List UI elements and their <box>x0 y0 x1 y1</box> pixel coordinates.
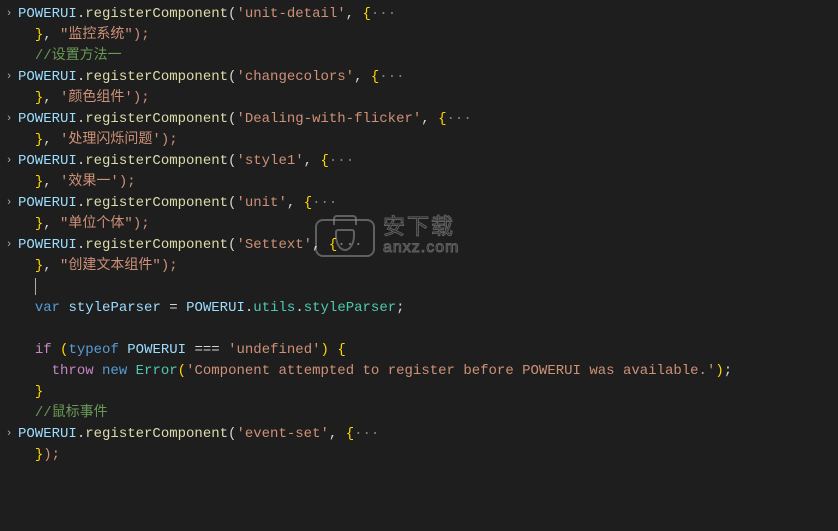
string-literal: '处理闪烁问题'); <box>60 132 178 148</box>
code-line: }, "监控系统"); <box>0 25 838 46</box>
keyword: if <box>35 342 52 358</box>
string-literal: 'unit' <box>236 195 286 211</box>
text-cursor <box>35 278 36 295</box>
string-literal: 'event-set' <box>236 426 328 442</box>
code-line: › POWERUI.registerComponent('changecolor… <box>0 67 838 88</box>
code-line: }); <box>0 445 838 466</box>
string-literal: 'unit-detail' <box>236 6 345 22</box>
folded-ellipsis[interactable]: ··· <box>312 195 337 211</box>
folded-ellipsis[interactable]: ··· <box>379 69 404 85</box>
string-literal: 'changecolors' <box>236 69 354 85</box>
string-literal: 'style1' <box>236 153 303 169</box>
type-name: Error <box>136 363 178 379</box>
string-literal: '效果一'); <box>60 174 136 190</box>
string-literal: ); <box>43 447 60 463</box>
code-line: }, '处理闪烁问题'); <box>0 130 838 151</box>
string-literal: "创建文本组件"); <box>60 258 178 274</box>
code-line: if (typeof POWERUI === 'undefined') { <box>0 340 838 361</box>
fold-chevron-icon[interactable]: › <box>6 111 13 128</box>
folded-ellipsis[interactable]: ··· <box>354 426 379 442</box>
code-line: › POWERUI.registerComponent('unit-detail… <box>0 4 838 25</box>
code-line: }, '效果一'); <box>0 172 838 193</box>
code-line <box>0 319 838 340</box>
fold-chevron-icon[interactable]: › <box>6 237 13 254</box>
keyword: new <box>102 363 127 379</box>
property: styleParser <box>304 300 396 316</box>
code-line: › POWERUI.registerComponent('style1', {·… <box>0 151 838 172</box>
code-line: › POWERUI.registerComponent('event-set',… <box>0 424 838 445</box>
string-literal: 'Dealing-with-flicker' <box>236 111 421 127</box>
comment: //设置方法一 <box>35 48 122 64</box>
property: utils <box>253 300 295 316</box>
folded-ellipsis[interactable]: ··· <box>329 153 354 169</box>
string-literal: '颜色组件'); <box>60 90 150 106</box>
code-line: }, "单位个体"); <box>0 214 838 235</box>
code-line: }, "创建文本组件"); <box>0 256 838 277</box>
keyword: throw <box>52 363 94 379</box>
code-line: › POWERUI.registerComponent('Settext', {… <box>0 235 838 256</box>
fold-chevron-icon[interactable]: › <box>6 426 13 443</box>
identifier: POWERUI <box>18 6 77 22</box>
code-line: var styleParser = POWERUI.utils.stylePar… <box>0 298 838 319</box>
keyword: typeof <box>68 342 118 358</box>
code-line: › POWERUI.registerComponent('Dealing-wit… <box>0 109 838 130</box>
fold-chevron-icon[interactable]: › <box>6 6 13 23</box>
code-editor[interactable]: › POWERUI.registerComponent('unit-detail… <box>0 0 838 470</box>
code-line: //鼠标事件 <box>0 403 838 424</box>
fold-chevron-icon[interactable]: › <box>6 153 13 170</box>
identifier: styleParser <box>68 300 160 316</box>
string-literal: "监控系统"); <box>60 27 150 43</box>
string-literal: 'Settext' <box>236 237 312 253</box>
string-literal: 'Component attempted to register before … <box>186 363 715 379</box>
code-line: › POWERUI.registerComponent('unit', {··· <box>0 193 838 214</box>
fold-chevron-icon[interactable]: › <box>6 195 13 212</box>
string-literal: 'undefined' <box>228 342 320 358</box>
fold-chevron-icon[interactable]: › <box>6 69 13 86</box>
code-line: throw new Error('Component attempted to … <box>0 361 838 382</box>
comment: //鼠标事件 <box>35 405 108 421</box>
code-line: //设置方法一 <box>0 46 838 67</box>
code-line: } <box>0 382 838 403</box>
folded-ellipsis[interactable]: ··· <box>337 237 362 253</box>
method-name: registerComponent <box>85 6 228 22</box>
folded-ellipsis[interactable]: ··· <box>371 6 396 22</box>
keyword: var <box>35 300 60 316</box>
code-line <box>0 277 838 298</box>
code-line: }, '颜色组件'); <box>0 88 838 109</box>
string-literal: "单位个体"); <box>60 216 150 232</box>
folded-ellipsis[interactable]: ··· <box>447 111 472 127</box>
